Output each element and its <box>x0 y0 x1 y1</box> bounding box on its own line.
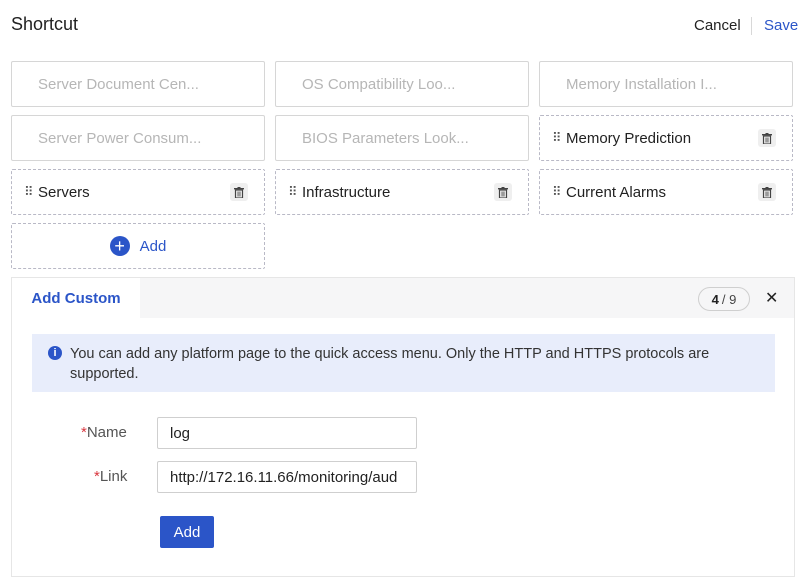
shortcut-label: Infrastructure <box>302 183 391 201</box>
counter-total: 9 <box>729 291 737 307</box>
shortcut-label: Server Document Cen... <box>38 75 199 93</box>
add-custom-panel: Add Custom 4 / 9 ✕ i You can add any pla… <box>11 277 795 577</box>
panel-tab-bar: Add Custom 4 / 9 ✕ <box>12 278 794 319</box>
cancel-button[interactable]: Cancel <box>694 17 741 34</box>
page-title: Shortcut <box>11 14 79 34</box>
shortcut-server-power-consumption[interactable]: Server Power Consum... <box>11 115 265 161</box>
shortcut-servers[interactable]: ⠿ Servers <box>11 169 265 215</box>
shortcut-os-compatibility-lookup[interactable]: OS Compatibility Loo... <box>275 61 529 107</box>
link-label-text: Link <box>99 468 128 485</box>
add-shortcut-button[interactable]: + Add <box>11 223 265 269</box>
name-label-text: Name <box>86 424 127 441</box>
add-custom-button[interactable]: Add <box>160 516 214 548</box>
shortcut-label: Current Alarms <box>566 183 667 201</box>
shortcut-server-document-center[interactable]: Server Document Cen... <box>11 61 265 107</box>
shortcut-memory-prediction[interactable]: ⠿ Memory Prediction <box>539 115 793 161</box>
shortcut-current-alarms[interactable]: ⠿ Current Alarms <box>539 169 793 215</box>
shortcut-label: Servers <box>38 183 90 201</box>
drag-handle-icon[interactable]: ⠿ <box>552 130 562 146</box>
name-field[interactable] <box>157 417 417 449</box>
info-icon: i <box>48 346 62 360</box>
info-notice: i You can add any platform page to the q… <box>32 334 775 392</box>
counter-current: 4 <box>711 291 719 307</box>
plus-icon: + <box>109 236 130 256</box>
drag-handle-icon[interactable]: ⠿ <box>24 184 34 200</box>
trash-icon[interactable] <box>230 183 248 201</box>
header-divider <box>751 17 752 35</box>
shortcut-counter: 4 / 9 <box>698 287 750 311</box>
shortcut-label: Server Power Consum... <box>38 129 202 147</box>
close-icon[interactable]: ✕ <box>765 288 778 308</box>
trash-icon[interactable] <box>494 183 512 201</box>
trash-icon[interactable] <box>758 129 776 147</box>
shortcut-memory-installation[interactable]: Memory Installation I... <box>539 61 793 107</box>
shortcut-infrastructure[interactable]: ⠿ Infrastructure <box>275 169 529 215</box>
trash-icon[interactable] <box>758 183 776 201</box>
shortcut-label: BIOS Parameters Look... <box>302 129 469 147</box>
shortcut-bios-parameters-lookup[interactable]: BIOS Parameters Look... <box>275 115 529 161</box>
shortcut-label: Memory Prediction <box>566 129 692 147</box>
name-label: *Name <box>81 424 127 441</box>
tab-add-custom[interactable]: Add Custom <box>12 278 140 319</box>
drag-handle-icon[interactable]: ⠿ <box>288 184 298 200</box>
shortcut-label: OS Compatibility Loo... <box>302 75 456 93</box>
notice-text: You can add any platform page to the qui… <box>70 346 710 382</box>
drag-handle-icon[interactable]: ⠿ <box>552 184 562 200</box>
counter-separator: / <box>721 291 726 307</box>
link-field[interactable] <box>157 461 417 493</box>
save-button[interactable]: Save <box>764 17 798 34</box>
shortcut-label: Memory Installation I... <box>566 75 717 93</box>
add-shortcut-label: Add <box>139 237 167 255</box>
link-label: *Link <box>94 468 127 485</box>
